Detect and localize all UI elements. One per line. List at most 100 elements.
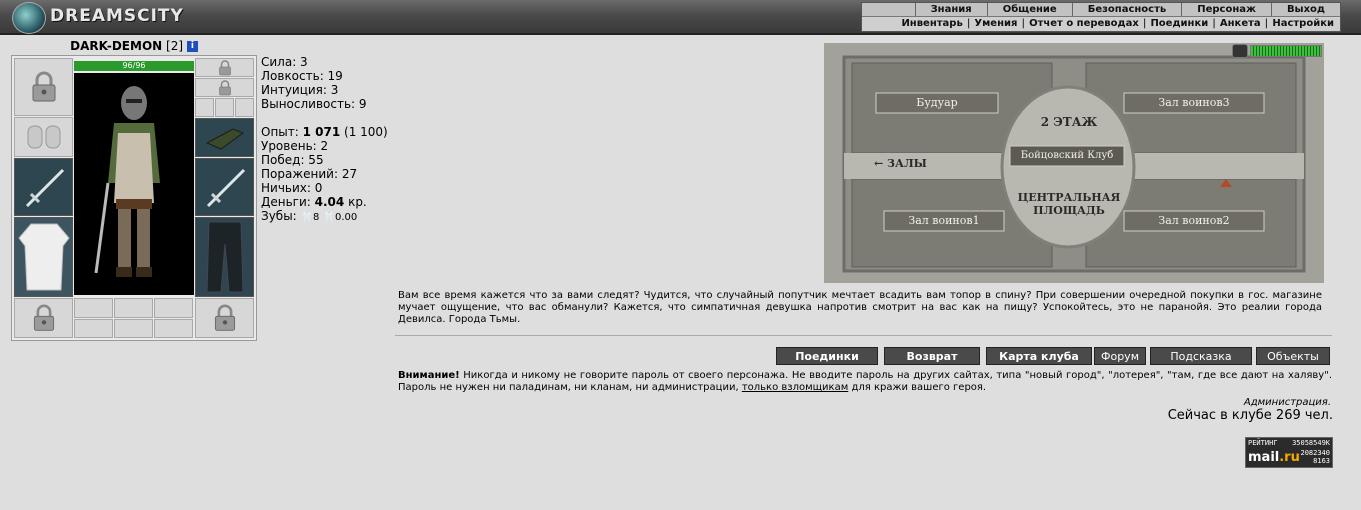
submenu-profile[interactable]: Анкета — [1216, 17, 1265, 30]
menu-character[interactable]: Персонаж — [1181, 3, 1271, 16]
stat-strength: Сила: 3 — [261, 55, 308, 69]
stat-wins: Побед: 55 — [261, 153, 324, 167]
bracers-slot[interactable] — [14, 117, 73, 157]
game-logo: DREAMSCITY — [50, 6, 184, 26]
bracers-icon — [27, 125, 60, 149]
teeth-value: 8 — [312, 212, 323, 223]
boots-slot[interactable] — [195, 298, 254, 338]
floor-label: 2 ЭТАЖ — [1040, 115, 1098, 129]
ring-slot-1[interactable] — [195, 98, 214, 117]
ring-slot-left[interactable] — [14, 298, 73, 338]
menu-security[interactable]: Безопасность — [1071, 3, 1182, 16]
warning-title: Внимание! — [398, 370, 460, 381]
exp-value: 1 071 — [302, 125, 341, 139]
divider — [395, 335, 1332, 336]
pocket-slot-3[interactable] — [154, 319, 193, 338]
exit-to-halls[interactable]: ← ЗАЛЫ — [874, 157, 927, 170]
rating-counter[interactable]: РЕЙТИНГ 35058549K mail.ru 2082340 8163 — [1245, 437, 1333, 468]
stat-money: Деньги: 4.04 кр. — [261, 195, 388, 209]
room-warriors-hall-1[interactable]: Зал воинов1 — [884, 211, 1004, 231]
weapon-right-slot[interactable] — [195, 158, 254, 216]
mailru-brand-b: .ru — [1279, 450, 1300, 465]
menu-top-row: Знания Общение Безопасность Персонаж Вых… — [862, 3, 1340, 17]
room-warriors-hall-3[interactable]: Зал воинов3 — [1124, 93, 1264, 113]
map-hp-fill — [1251, 46, 1321, 56]
exp-label: Опыт: — [261, 125, 303, 139]
password-warning: Внимание! Никогда и никому не говорите п… — [398, 370, 1332, 394]
menu-knowledge[interactable]: Знания — [914, 3, 987, 16]
character-name[interactable]: DARK-DEMON — [70, 39, 162, 53]
weapon-left-slot[interactable] — [14, 158, 73, 216]
stat-intuition: Интуиция: 3 — [261, 83, 339, 97]
sword-icon — [25, 168, 64, 208]
pocket-slot-1[interactable] — [74, 319, 113, 338]
warning-link[interactable]: только взломщикам — [742, 382, 848, 393]
administration-signature: Администрация. — [1243, 397, 1331, 408]
central-square-line-1: ЦЕНТРАЛЬНАЯ — [1017, 191, 1121, 204]
character-name-line: DARK-DEMON [2] i — [12, 39, 256, 53]
central-square[interactable]: ЦЕНТРАЛЬНАЯ ПЛОЩАДЬ — [1004, 191, 1134, 217]
counter-numbers: 2082340 8163 — [1300, 449, 1330, 465]
forum-button[interactable]: Форум — [1094, 347, 1146, 365]
ring-slot-2[interactable] — [215, 98, 234, 117]
top-bar: DREAMSCITY Знания Общение Безопасность П… — [0, 0, 1361, 35]
central-square-line-2: ПЛОЩАДЬ — [1033, 204, 1105, 217]
hp-bar: 96/96 — [74, 61, 194, 71]
stat-experience: Опыт: 1 071 (1 100) — [261, 125, 388, 139]
sword-icon — [206, 168, 245, 208]
warning-tail: для кражи вашего героя. — [848, 382, 987, 393]
character-equipment-panel: 96/96 — [11, 55, 257, 341]
submenu-inventory[interactable]: Инвентарь — [897, 17, 966, 30]
room-boudoir[interactable]: Будуар — [876, 93, 998, 113]
battles-button[interactable]: Поединки — [776, 347, 878, 365]
tooth-icon: 🦷 — [300, 212, 313, 223]
submenu-settings[interactable]: Настройки — [1268, 17, 1340, 30]
menu-exit[interactable]: Выход — [1270, 3, 1340, 16]
objects-button[interactable]: Объекты — [1256, 347, 1330, 365]
submenu-skills[interactable]: Умения — [970, 17, 1021, 30]
character-avatar[interactable] — [74, 73, 194, 295]
ring-slot-3[interactable] — [235, 98, 254, 117]
info-icon[interactable]: i — [186, 41, 198, 52]
room-fight-club[interactable]: Бойцовский Клуб — [1010, 146, 1124, 166]
money-value: 4.04 — [314, 195, 345, 209]
gloves-slot[interactable] — [195, 118, 254, 157]
stat-teeth: Зубы: 🦷8 🦷0.00 — [261, 209, 388, 225]
character-stats: Сила: 3 Ловкость: 19 Интуиция: 3 Выносли… — [261, 55, 388, 225]
teeth-value-2: 0.00 — [334, 212, 358, 223]
menu-sub-row: Инвентарь | Умения | Отчет о переводах |… — [862, 17, 1340, 30]
pocket-slot-2[interactable] — [114, 319, 153, 338]
room-warriors-hall-2[interactable]: Зал воинов2 — [1124, 211, 1264, 231]
stat-losses: Поражений: 27 — [261, 167, 358, 181]
rune-slot-2[interactable] — [114, 298, 153, 318]
armor-slot[interactable] — [14, 217, 73, 297]
teeth-label: Зубы: — [261, 209, 301, 223]
earring-slot[interactable] — [195, 58, 254, 77]
submenu-transfer-report[interactable]: Отчет о переводах — [1025, 17, 1143, 30]
map-refresh-icon[interactable] — [1232, 44, 1248, 58]
helmet-slot[interactable] — [14, 58, 73, 116]
character-level-tag: [2] — [166, 39, 184, 53]
pants-slot[interactable] — [195, 217, 254, 297]
stat-level: Уровень: 2 — [261, 139, 329, 153]
mailru-logo: mail.ru — [1248, 450, 1300, 465]
return-button[interactable]: Возврат — [884, 347, 980, 365]
money-label: Деньги: — [261, 195, 315, 209]
knight-figure — [94, 86, 160, 277]
stat-agility: Ловкость: 19 — [261, 69, 343, 83]
club-map-button[interactable]: Карта клуба — [986, 347, 1092, 365]
menu-communication[interactable]: Общение — [986, 3, 1072, 16]
pants-icon — [205, 221, 244, 293]
necklace-slot[interactable] — [195, 78, 254, 97]
flavor-text: Вам все время кажется что за вами следят… — [398, 290, 1322, 325]
stat-draws: Ничьих: 0 — [261, 181, 323, 195]
lock-icon — [214, 304, 235, 331]
money-unit: кр. — [344, 195, 367, 209]
online-count: Сейчас в клубе 269 чел. — [1167, 408, 1333, 423]
hint-button[interactable]: Подсказка — [1150, 347, 1252, 365]
counter-id: 35058549K — [1292, 439, 1330, 447]
rune-slot-3[interactable] — [154, 298, 193, 318]
submenu-battles[interactable]: Поединки — [1146, 17, 1212, 30]
rune-slot-1[interactable] — [74, 298, 113, 318]
